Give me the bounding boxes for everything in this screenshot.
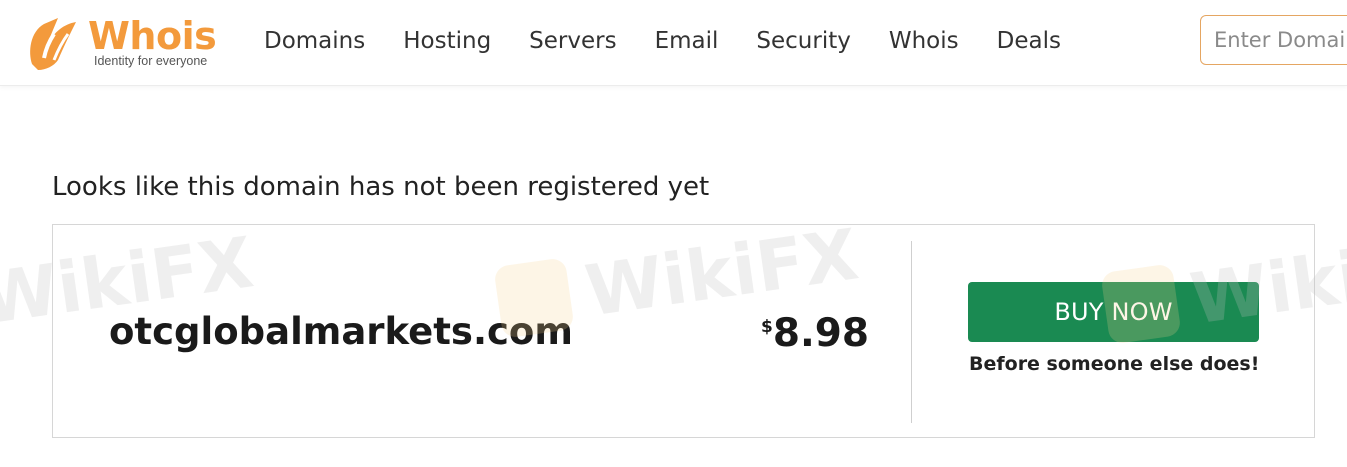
domain-result-card: otcglobalmarkets.com $8.98 BUY NOW Befor… bbox=[52, 224, 1315, 438]
nav-item-hosting[interactable]: Hosting bbox=[403, 26, 491, 58]
nav-item-whois[interactable]: Whois bbox=[889, 26, 959, 58]
nav-item-deals[interactable]: Deals bbox=[997, 26, 1061, 58]
page-headline: Looks like this domain has not been regi… bbox=[52, 172, 710, 202]
domain-price: $8.98 bbox=[761, 311, 869, 357]
card-divider bbox=[911, 241, 912, 423]
site-header: Whois Identity for everyone Domains Host… bbox=[0, 0, 1347, 86]
domain-name: otcglobalmarkets.com bbox=[109, 310, 573, 353]
domain-search-input[interactable] bbox=[1200, 15, 1347, 65]
price-currency: $ bbox=[761, 317, 773, 337]
price-amount: 8.98 bbox=[772, 311, 870, 356]
whois-logo-icon bbox=[30, 18, 76, 70]
nav-item-email[interactable]: Email bbox=[655, 26, 719, 58]
nav-item-servers[interactable]: Servers bbox=[529, 26, 616, 58]
main-nav: Domains Hosting Servers Email Security W… bbox=[264, 26, 1099, 58]
brand-tagline: Identity for everyone bbox=[94, 54, 208, 68]
brand-name: Whois bbox=[88, 14, 217, 58]
nav-item-domains[interactable]: Domains bbox=[264, 26, 365, 58]
buy-now-button[interactable]: BUY NOW bbox=[968, 282, 1259, 342]
buy-subtext: Before someone else does! bbox=[969, 353, 1260, 375]
whois-logo[interactable]: Whois Identity for everyone bbox=[24, 12, 224, 72]
nav-item-security[interactable]: Security bbox=[756, 26, 850, 58]
